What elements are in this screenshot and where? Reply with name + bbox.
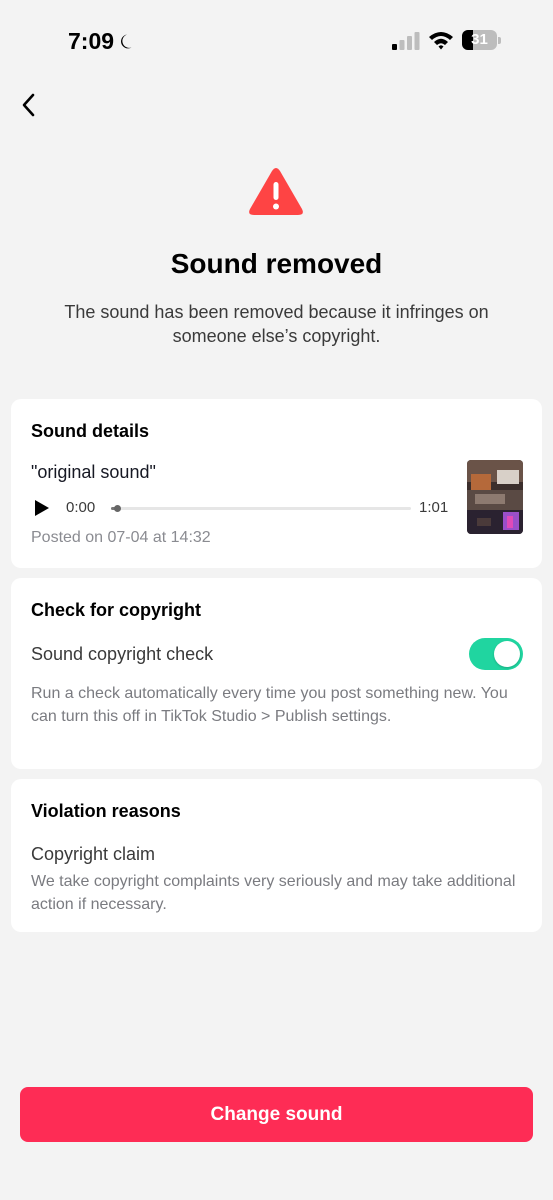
violation-description: We take copyright complaints very seriou… [31, 873, 516, 913]
posted-date: Posted on 07-04 at 14:32 [31, 529, 211, 546]
copyright-check-card: Check for copyright Sound copyright chec… [11, 578, 542, 769]
copyright-check-description: Run a check automatically every time you… [31, 685, 508, 725]
violation-reasons-card: Violation reasons Copyright claim We tak… [11, 779, 542, 932]
violation-reasons-heading: Violation reasons [31, 801, 181, 821]
sound-thumbnail[interactable] [467, 460, 523, 534]
sound-details-card: Sound details "original sound" 0:00 1:01… [11, 399, 542, 568]
battery-cap [498, 37, 501, 44]
status-time-label: 7:09 [68, 28, 115, 54]
change-sound-button[interactable]: Change sound [20, 1087, 533, 1142]
violation-reason: Copyright claim [31, 844, 156, 864]
sound-details-heading: Sound details [31, 421, 150, 441]
copyright-check-toggle[interactable] [469, 638, 523, 670]
removal-message: The sound has been removed because it in… [64, 302, 489, 346]
battery-level: 31 [471, 31, 488, 48]
current-time: 0:00 [66, 499, 96, 516]
status-time: 7:09 [68, 28, 138, 55]
play-icon [35, 500, 49, 516]
copyright-check-heading: Check for copyright [31, 600, 202, 620]
battery-icon: 31 [462, 30, 501, 50]
wifi-icon [429, 32, 453, 50]
audio-progress-slider[interactable] [111, 505, 411, 512]
warning-icon [249, 168, 303, 215]
status-bar: 7:09 31 [0, 0, 553, 80]
page-title: Sound removed [170, 248, 383, 279]
signal-icon [392, 32, 420, 50]
back-button[interactable] [14, 90, 44, 120]
progress-knob[interactable] [114, 505, 121, 512]
play-button[interactable] [33, 499, 51, 517]
battery-body: 31 [462, 30, 497, 50]
moon-icon [121, 34, 132, 48]
copyright-check-label: Sound copyright check [31, 644, 214, 664]
toggle-knob [494, 641, 520, 667]
chevron-left-icon [22, 93, 35, 117]
duration: 1:01 [419, 499, 449, 516]
sound-name: "original sound" [31, 462, 156, 482]
